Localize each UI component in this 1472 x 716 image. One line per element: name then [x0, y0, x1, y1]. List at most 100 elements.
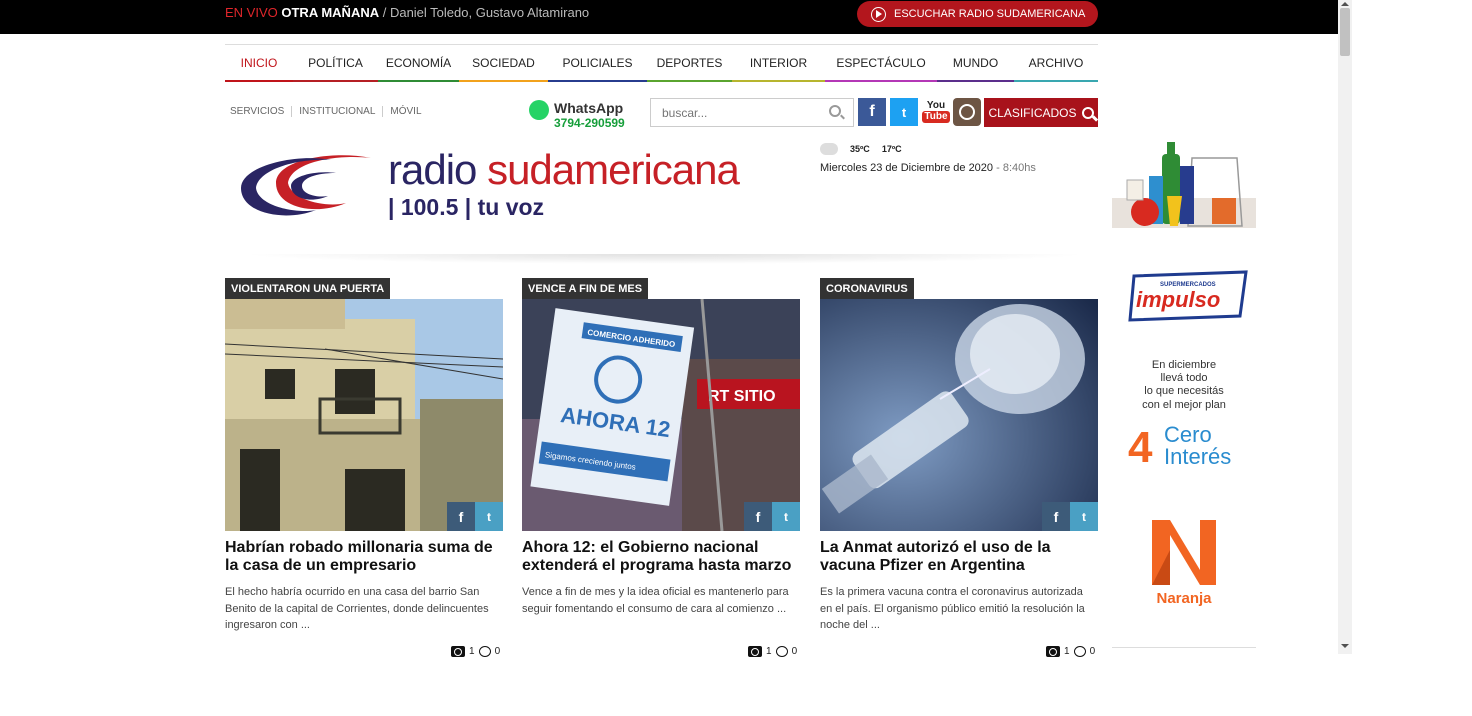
comment-count: 0	[791, 646, 798, 657]
clasificados-label: CLASIFICADOS	[988, 105, 1077, 120]
live-bar: EN VIVO OTRA MAÑANA / Daniel Toledo, Gus…	[0, 0, 1338, 34]
article-headline[interactable]: La Anmat autorizó el uso de la vacuna Pf…	[820, 539, 1098, 575]
services-links: SERVICIOS INSTITUCIONAL MÓVIL	[230, 106, 429, 117]
instagram-icon[interactable]	[953, 98, 981, 126]
naranja-ad-graphic: Naranja	[1112, 510, 1256, 638]
article-photo[interactable]: RT SITIO COMERCIO ADHERIDO AHORA 12 Siga…	[522, 299, 800, 531]
facebook-icon[interactable]: f	[858, 98, 886, 126]
vaccine-photo	[820, 299, 1098, 531]
scroll-thumb[interactable]	[1340, 8, 1350, 56]
logo-word-sudamericana: sudamericana	[487, 146, 740, 193]
camera-icon	[451, 646, 465, 657]
date-separator: -	[993, 162, 1003, 174]
comment-count: 0	[1089, 646, 1096, 657]
weather-widget: 35ºC 17ºC	[820, 143, 902, 155]
comment-icon	[478, 646, 491, 657]
article-meta: 1 0	[1046, 646, 1095, 657]
scroll-down-arrow-icon[interactable]	[1341, 644, 1349, 648]
whatsapp-contact[interactable]: WhatsApp 3794-290599	[527, 98, 639, 132]
listen-radio-label: ESCUCHAR RADIO SUDAMERICANA	[894, 8, 1086, 20]
nav-item-sociedad[interactable]: SOCIEDAD	[459, 45, 548, 82]
nav-item-interior[interactable]: INTERIOR	[732, 45, 825, 82]
facebook-share-icon[interactable]: f	[744, 502, 772, 531]
main-nav: INICIO POLÍTICA ECONOMÍA SOCIEDAD POLICI…	[225, 44, 1098, 82]
article-kicker[interactable]: CORONAVIRUS	[820, 278, 914, 299]
impulso-copy-3: lo que necesitás	[1144, 385, 1224, 397]
page-scrollbar[interactable]	[1338, 0, 1352, 654]
impulso-copy-1: En diciembre	[1152, 359, 1216, 371]
photo-count: 1	[469, 646, 475, 657]
nav-item-policiales[interactable]: POLICIALES	[548, 45, 647, 82]
header-divider	[240, 254, 1090, 264]
logo-swirl-icon	[241, 155, 371, 216]
article-photo[interactable]	[225, 299, 503, 531]
sidebar-divider	[1112, 647, 1256, 648]
sidebar-ad-impulso[interactable]: SUPERMERCADOS impulso En diciembre llevá…	[1112, 262, 1256, 498]
live-tag: EN VIVO	[225, 5, 278, 20]
whatsapp-icon	[529, 100, 549, 120]
nav-item-deportes[interactable]: DEPORTES	[647, 45, 732, 82]
temp-min: 17ºC	[881, 144, 902, 154]
live-program[interactable]: EN VIVO OTRA MAÑANA / Daniel Toledo, Gus…	[225, 5, 589, 20]
youtube-logo-bottom: Tube	[922, 111, 950, 123]
show-hosts: / Daniel Toledo, Gustavo Altamirano	[379, 5, 590, 20]
whatsapp-label: WhatsApp	[554, 100, 624, 116]
site-logo[interactable]: radio sudamericana | 100.5 | tu voz	[236, 146, 776, 224]
facebook-share-icon[interactable]: f	[447, 502, 475, 531]
date-text: Miercoles 23 de Diciembre de 2020	[820, 162, 994, 174]
temp-max: 35ºC	[850, 144, 870, 154]
ahora12-photo: RT SITIO COMERCIO ADHERIDO AHORA 12 Siga…	[522, 299, 800, 531]
clasificados-button[interactable]: CLASIFICADOS	[984, 98, 1098, 127]
current-date: Miercoles 23 de Diciembre de 2020 - 8:40…	[820, 162, 1036, 174]
sidebar-ad-groceries[interactable]	[1112, 136, 1256, 228]
search-icon	[1081, 106, 1094, 119]
naranja-brand: Naranja	[1156, 590, 1212, 607]
whatsapp-phone: 3794-290599	[554, 116, 625, 130]
article-meta: 1 0	[451, 646, 500, 657]
impulso-ad-graphic: SUPERMERCADOS impulso En diciembre llevá…	[1112, 262, 1256, 498]
impulso-copy-4: con el mejor plan	[1142, 399, 1226, 411]
nav-item-politica[interactable]: POLÍTICA	[293, 45, 378, 82]
building-photo	[225, 299, 503, 531]
show-name: OTRA MAÑANA	[281, 5, 380, 20]
twitter-share-icon[interactable]: t	[1070, 502, 1098, 531]
scroll-up-arrow-icon[interactable]	[1341, 2, 1349, 6]
article-headline[interactable]: Ahora 12: el Gobierno nacional extenderá…	[522, 539, 800, 575]
article-kicker[interactable]: VIOLENTARON UNA PUERTA	[225, 278, 391, 299]
nav-item-archivo[interactable]: ARCHIVO	[1014, 45, 1098, 82]
twitter-share-icon[interactable]: t	[772, 502, 800, 531]
nav-item-espectaculo[interactable]: ESPECTÁCULO	[825, 45, 937, 82]
article-photo[interactable]	[820, 299, 1098, 531]
current-time: 8:40hs	[1002, 162, 1036, 174]
search-input[interactable]	[650, 98, 854, 127]
camera-icon	[1046, 646, 1060, 657]
nav-item-mundo[interactable]: MUNDO	[937, 45, 1014, 82]
twitter-share-icon[interactable]: t	[475, 502, 503, 531]
promo-word-2: Interés	[1164, 444, 1231, 469]
youtube-logo-top: You	[926, 100, 946, 111]
nav-item-inicio[interactable]: INICIO	[225, 45, 293, 82]
photo-count: 1	[1064, 646, 1070, 657]
cloudy-icon	[820, 143, 838, 155]
store-sign-text: RT SITIO	[708, 388, 776, 405]
nav-item-economia[interactable]: ECONOMÍA	[378, 45, 459, 82]
article-headline[interactable]: Habrían robado millonaria suma de la cas…	[225, 539, 503, 575]
article-summary: El hecho habría ocurrido en una casa del…	[225, 586, 489, 631]
article-kicker[interactable]: VENCE A FIN DE MES	[522, 278, 649, 299]
groceries-illustration	[1112, 136, 1256, 228]
promo-number: 4	[1128, 423, 1153, 472]
photo-count: 1	[766, 646, 772, 657]
article-summary: Es la primera vacuna contra el coronavir…	[820, 586, 1085, 631]
logo-word-radio: radio	[388, 146, 488, 193]
movil-link[interactable]: MÓVIL	[383, 106, 428, 117]
youtube-icon[interactable]: You Tube	[922, 98, 950, 126]
comment-icon	[775, 646, 788, 657]
facebook-share-icon[interactable]: f	[1042, 502, 1070, 531]
search-icon[interactable]	[829, 105, 841, 117]
article-meta: 1 0	[748, 646, 797, 657]
sidebar-ad-naranja[interactable]: Naranja	[1112, 510, 1256, 638]
services-link[interactable]: SERVICIOS	[230, 106, 293, 117]
twitter-icon[interactable]: t	[890, 98, 918, 126]
listen-radio-button[interactable]: ESCUCHAR RADIO SUDAMERICANA	[857, 1, 1098, 27]
institucional-link[interactable]: INSTITUCIONAL	[292, 106, 384, 117]
